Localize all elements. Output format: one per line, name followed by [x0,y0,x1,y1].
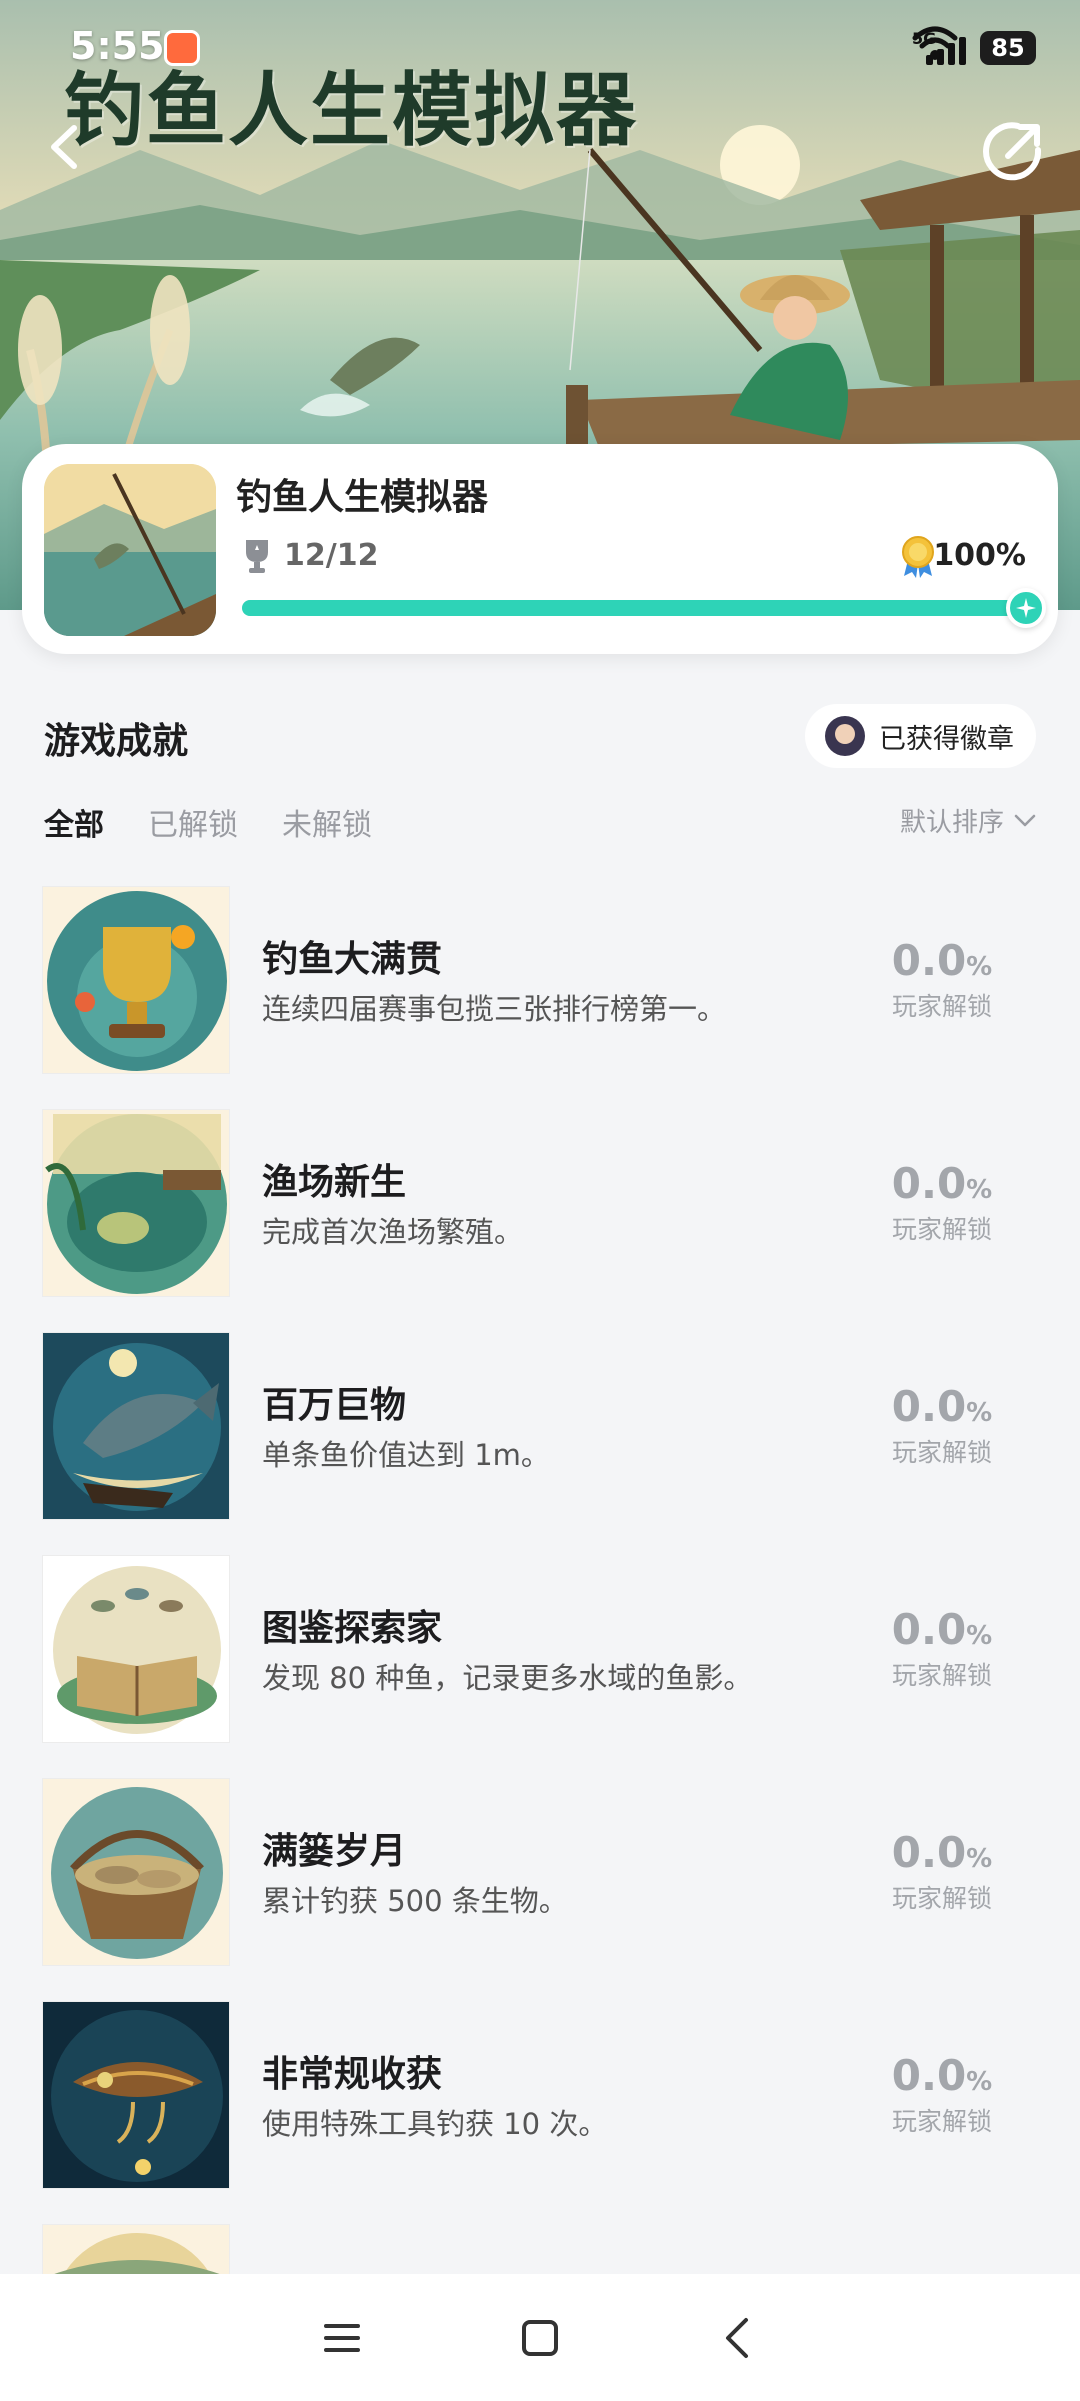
achievement-title: 渔场新生 [262,1162,407,1203]
unlock-rate-label: 玩家解锁 [891,1438,992,1467]
unlock-rate-label: 玩家解锁 [891,1215,992,1244]
medal-icon [902,536,934,578]
fish-pond-icon [42,1109,230,1297]
achievement-description: 累计钓获 500 条生物。 [262,1884,568,1918]
unlock-rate: 0.0% 玩家解锁 [862,936,1022,1023]
achievement-description: 单条鱼价值达到 1m。 [262,1438,550,1472]
achievements-page: 5:55 5G 85 钓鱼人生模拟器 钓鱼人生模拟器 12/12 100% 游戏… [0,0,1080,2401]
earned-badges-label: 已获得徽章 [879,723,1014,755]
unlock-rate-label: 玩家解锁 [891,1661,992,1690]
unlock-rate-unit: % [966,2067,993,2097]
menu-icon[interactable] [318,2314,366,2362]
battery-indicator: 85 [980,31,1036,65]
game-summary-card: 钓鱼人生模拟器 12/12 100% [22,444,1058,654]
share-button[interactable] [978,116,1048,186]
unlock-rate: 0.0% 玩家解锁 [862,1605,1022,1692]
achievement-item[interactable]: 图鉴探索家 发现 80 种鱼，记录更多水域的鱼影。 0.0% 玩家解锁 [0,1555,1080,1778]
unlock-rate-label: 玩家解锁 [891,1884,992,1913]
unlock-rate: 0.0% 玩家解锁 [862,2051,1022,2138]
unlock-rate: 0.0% 玩家解锁 [862,1159,1022,1246]
unlock-rate-value: 0.0 [891,1828,967,1877]
unlock-rate-value: 0.0 [891,936,967,985]
fish-basket-icon [42,1778,230,1966]
sparkle-icon [1016,598,1036,618]
unlock-rate-value: 0.0 [891,1382,967,1431]
achievement-item[interactable]: 渔场新生 完成首次渔场繁殖。 0.0% 玩家解锁 [0,1109,1080,1332]
tab-locked[interactable]: 未解锁 [282,800,372,844]
earned-badges-button[interactable]: 已获得徽章 [805,704,1036,768]
unlock-rate-unit: % [966,1398,993,1428]
unlock-rate: 0.0% 玩家解锁 [862,1828,1022,1915]
achievement-title: 钓鱼大满贯 [262,939,443,980]
trophy-icon [246,540,268,573]
wifi-icon [912,26,958,60]
unlock-rate-value: 0.0 [891,1159,967,1208]
share-icon [983,122,1042,181]
progress-fill [242,588,1046,628]
back-nav-icon[interactable] [714,2314,762,2362]
achievement-list: 钓鱼大满贯 连续四届赛事包揽三张排行榜第一。 0.0% 玩家解锁 渔场新生 完成… [0,886,1080,2401]
progress-star-knob [1006,588,1046,628]
achievement-item[interactable]: 满篓岁月 累计钓获 500 条生物。 0.0% 玩家解锁 [0,1778,1080,2001]
sort-label: 默认排序 [899,808,1004,838]
game-name: 钓鱼人生模拟器 [236,477,489,518]
section-title: 游戏成就 [44,721,189,762]
achievement-description: 完成首次渔场繁殖。 [262,1215,524,1249]
unlock-rate-unit: % [966,952,993,982]
avatar [825,716,865,756]
sort-dropdown[interactable]: 默认排序 [900,802,1036,839]
achievement-filter-tabs: 全部 已解锁 未解锁 [44,800,372,844]
tab-unlocked[interactable]: 已解锁 [148,800,238,844]
fish-book-icon [42,1555,230,1743]
achievement-item[interactable]: 百万巨物 单条鱼价值达到 1m。 0.0% 玩家解锁 [0,1332,1080,1555]
fishing-lure-icon [42,2001,230,2189]
giant-fish-icon [42,1332,230,1520]
unlock-rate-value: 0.0 [891,2051,967,2100]
unlock-rate-label: 玩家解锁 [891,2107,992,2136]
hero-title: 钓鱼人生模拟器 [64,63,638,157]
achievement-description: 使用特殊工具钓获 10 次。 [262,2107,608,2141]
completion-percent: 100% [933,538,1026,573]
system-navigation-bar [0,2274,1080,2401]
back-button[interactable] [30,112,100,182]
trophy-count: 12/12 [284,538,379,573]
golden-trophy-icon [42,886,230,1074]
tab-all[interactable]: 全部 [44,800,104,844]
chevron-left-icon [51,125,77,169]
home-icon[interactable] [516,2314,564,2362]
status-icons: 5G 85 [912,26,1036,70]
achievement-description: 发现 80 种鱼，记录更多水域的鱼影。 [262,1661,753,1695]
unlock-rate-unit: % [966,1621,993,1651]
achievement-item[interactable]: 非常规收获 使用特殊工具钓获 10 次。 0.0% 玩家解锁 [0,2001,1080,2224]
unlock-rate: 0.0% 玩家解锁 [862,1382,1022,1469]
unlock-rate-unit: % [966,1175,993,1205]
achievement-item[interactable]: 钓鱼大满贯 连续四届赛事包揽三张排行榜第一。 0.0% 玩家解锁 [0,886,1080,1109]
unlock-rate-unit: % [966,1844,993,1874]
unlock-rate-value: 0.0 [891,1605,967,1654]
unlock-rate-label: 玩家解锁 [891,992,992,1021]
achievement-title: 图鉴探索家 [262,1608,443,1649]
game-thumbnail [44,464,216,636]
achievement-title: 满篓岁月 [262,1831,407,1872]
achievement-title: 百万巨物 [262,1385,407,1426]
completion-progress-bar [242,588,1046,628]
chevron-down-icon [1014,814,1036,826]
achievement-description: 连续四届赛事包揽三张排行榜第一。 [262,992,727,1026]
achievement-title: 非常规收获 [262,2054,443,2095]
